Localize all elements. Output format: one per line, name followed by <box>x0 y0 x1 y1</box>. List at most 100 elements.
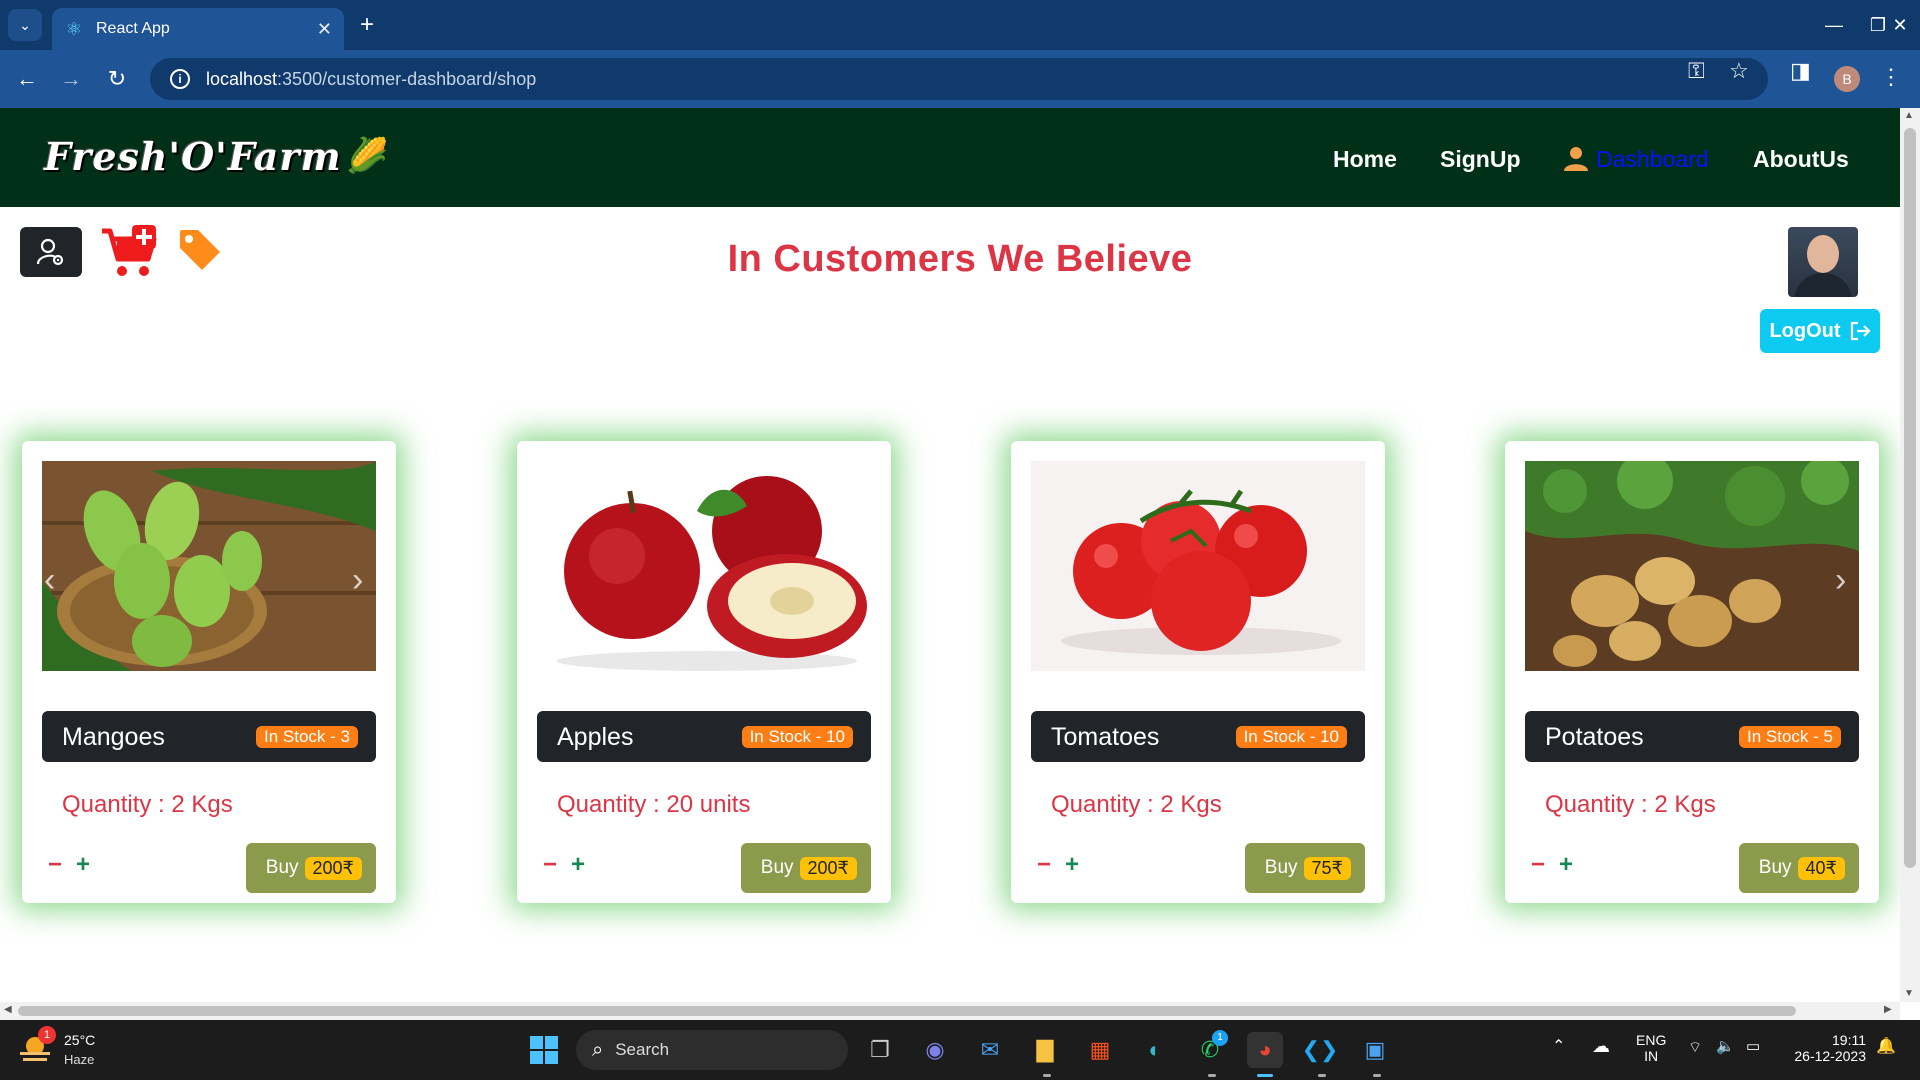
battery-icon[interactable]: ▭ <box>1746 1037 1760 1055</box>
nav-signup[interactable]: SignUp <box>1440 146 1521 173</box>
photos-running-indicator <box>1373 1074 1381 1077</box>
apples-image <box>537 461 871 671</box>
horizontal-scroll-thumb[interactable] <box>18 1006 1796 1016</box>
key-icon[interactable]: ⚿ <box>1688 58 1705 84</box>
url-text: localhost:3500/customer-dashboard/shop <box>206 68 537 89</box>
star-bookmark-icon[interactable]: ☆ <box>1729 58 1749 84</box>
minimize-button[interactable]: — <box>1814 10 1854 40</box>
nav-home[interactable]: Home <box>1333 146 1397 173</box>
microsoft-store-icon[interactable]: ▦ <box>1082 1032 1118 1068</box>
logout-label: LogOut <box>1769 319 1841 342</box>
increase-button[interactable]: + <box>76 851 90 879</box>
page-tagline: In Customers We Believe <box>727 238 1193 280</box>
page-viewport: Fresh'O'Farm 🌽 Home SignUp Dashboard Abo… <box>0 108 1900 1002</box>
file-explorer-icon[interactable]: ▇ <box>1027 1032 1063 1068</box>
language-code: ENG <box>1636 1032 1667 1048</box>
side-panel-icon[interactable]: ◨ <box>1790 58 1811 84</box>
volume-icon[interactable]: 🔈 <box>1716 1037 1735 1055</box>
carousel-prev-icon[interactable]: ‹ <box>44 561 55 600</box>
vertical-scrollbar[interactable]: ▲ ▼ <box>1900 108 1920 1002</box>
weather-temperature: 25°C <box>64 1032 96 1048</box>
stock-badge: In Stock - 10 <box>1235 726 1347 748</box>
site-logo[interactable]: Fresh'O'Farm <box>44 134 342 179</box>
weather-badge: 1 <box>38 1026 56 1044</box>
product-quantity: Quantity : 2 Kgs <box>62 791 233 818</box>
profile-avatar[interactable]: B <box>1834 66 1860 92</box>
clock[interactable]: 19:11 26-12-2023 <box>1786 1032 1866 1064</box>
increase-button[interactable]: + <box>1065 851 1079 879</box>
chrome-icon[interactable]: ◕ <box>1247 1032 1283 1068</box>
browser-tab[interactable]: ⚛ React App ✕ <box>52 8 344 50</box>
vscode-icon[interactable]: ❮❯ <box>1302 1032 1339 1068</box>
back-arrow-icon[interactable]: ← <box>12 64 42 94</box>
chrome-active-indicator <box>1257 1074 1273 1077</box>
scroll-right-icon[interactable]: ▶ <box>1884 1004 1892 1015</box>
notification-bell-icon[interactable]: 🔔 <box>1876 1036 1896 1056</box>
buy-label: Buy <box>760 857 794 878</box>
product-name: Tomatoes <box>1051 723 1160 751</box>
wifi-icon[interactable]: ⌔ <box>1688 1038 1702 1057</box>
nav-aboutus[interactable]: AboutUs <box>1753 146 1849 173</box>
teams-chat-icon[interactable]: ◉ <box>917 1032 953 1068</box>
show-hidden-icons-icon[interactable]: ⌃ <box>1552 1036 1565 1056</box>
close-window-button[interactable]: ✕ <box>1880 10 1920 40</box>
increase-button[interactable]: + <box>571 851 585 879</box>
product-card-tomatoes: Tomatoes In Stock - 10 Quantity : 2 Kgs … <box>1011 441 1385 903</box>
windows-taskbar: 1 25°C Haze ⌕ Search ❐ ◉ ✉ ▇ ▦ ◐ ✆ 1 ◕ ❮… <box>0 1020 1920 1080</box>
forward-arrow-icon[interactable]: → <box>56 64 86 94</box>
tomatoes-image <box>1031 461 1365 671</box>
product-quantity: Quantity : 20 units <box>557 791 751 818</box>
price-badge: 200₹ <box>799 856 857 880</box>
close-tab-icon[interactable]: ✕ <box>317 19 332 40</box>
logout-icon <box>1850 321 1871 341</box>
weather-condition: Haze <box>64 1052 95 1067</box>
browser-address-bar: ← → ↻ i localhost:3500/customer-dashboar… <box>0 50 1920 108</box>
stock-badge: In Stock - 10 <box>741 726 853 748</box>
user-avatar[interactable] <box>1788 227 1858 297</box>
decrease-button[interactable]: − <box>543 851 557 879</box>
user-icon <box>1564 147 1588 171</box>
horizontal-scrollbar[interactable]: ◀ ▶ <box>0 1002 1900 1020</box>
chevron-down-icon: ⌄ <box>19 16 31 33</box>
buy-button[interactable]: Buy 40₹ <box>1738 843 1859 893</box>
carousel-next-icon[interactable]: › <box>1835 561 1846 600</box>
scroll-down-icon[interactable]: ▼ <box>1904 988 1914 999</box>
increase-button[interactable]: + <box>1559 851 1573 879</box>
task-view-icon[interactable]: ❐ <box>862 1032 898 1068</box>
vertical-scroll-thumb[interactable] <box>1904 128 1916 868</box>
new-tab-button[interactable]: + <box>352 10 382 40</box>
taskbar-search[interactable]: ⌕ Search <box>576 1030 848 1070</box>
photos-app-icon[interactable]: ▣ <box>1357 1032 1393 1068</box>
decrease-button[interactable]: − <box>48 851 62 879</box>
url-input[interactable]: i localhost:3500/customer-dashboard/shop <box>150 58 1768 100</box>
product-name-bar: Tomatoes In Stock - 10 <box>1031 711 1365 762</box>
reload-icon[interactable]: ↻ <box>102 64 132 94</box>
explorer-running-indicator <box>1043 1074 1051 1077</box>
buy-button[interactable]: Buy 75₹ <box>1244 843 1365 893</box>
decrease-button[interactable]: − <box>1531 851 1545 879</box>
carousel-next-icon[interactable]: › <box>352 561 363 600</box>
product-name-bar: Potatoes In Stock - 5 <box>1525 711 1859 762</box>
language-indicator[interactable]: ENG IN <box>1636 1032 1666 1064</box>
product-quantity: Quantity : 2 Kgs <box>1545 791 1716 818</box>
search-icon: ⌕ <box>592 1038 604 1061</box>
tab-search-button[interactable]: ⌄ <box>8 9 42 41</box>
buy-button[interactable]: Buy 200₹ <box>740 843 871 893</box>
scroll-left-icon[interactable]: ◀ <box>4 1004 12 1015</box>
browser-tab-bar: ⌄ ⚛ React App ✕ + — ❐ ✕ <box>0 0 1920 50</box>
edge-browser-icon[interactable]: ◐ <box>1137 1032 1173 1068</box>
site-header: Fresh'O'Farm 🌽 Home SignUp Dashboard Abo… <box>0 108 1900 207</box>
nav-dashboard[interactable]: Dashboard <box>1596 146 1709 173</box>
mail-icon[interactable]: ✉ <box>972 1032 1008 1068</box>
buy-button[interactable]: Buy 200₹ <box>245 843 376 893</box>
more-menu-icon[interactable]: ⋮ <box>1880 64 1902 90</box>
decrease-button[interactable]: − <box>1037 851 1051 879</box>
windows-start-icon[interactable] <box>526 1032 562 1068</box>
vscode-running-indicator <box>1318 1074 1326 1077</box>
logout-button[interactable]: LogOut <box>1760 309 1880 353</box>
onedrive-cloud-icon[interactable]: ☁ <box>1592 1036 1610 1057</box>
site-info-icon[interactable]: i <box>170 69 190 89</box>
product-card-apples: Apples In Stock - 10 Quantity : 20 units… <box>517 441 891 903</box>
whatsapp-running-indicator <box>1208 1074 1216 1077</box>
scroll-up-icon[interactable]: ▲ <box>1904 110 1914 121</box>
